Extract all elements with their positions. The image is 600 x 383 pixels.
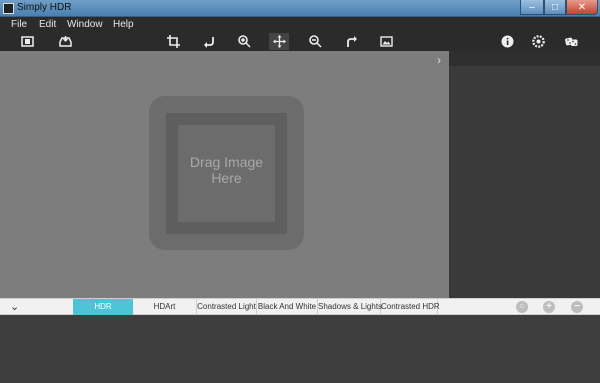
menu-window[interactable]: Window — [67, 19, 103, 30]
collapse-panel-arrow[interactable]: › — [437, 53, 441, 67]
random-dice-icon[interactable] — [561, 33, 581, 50]
preset-shadows-lights[interactable]: Shadows & Lights — [318, 299, 382, 315]
rotate-left-icon[interactable] — [199, 33, 219, 50]
rotate-right-icon[interactable] — [341, 33, 361, 50]
minimize-button[interactable]: – — [520, 0, 544, 15]
drop-zone-label: Drag Image Here — [149, 154, 304, 186]
drop-text-line1: Drag Image — [189, 154, 264, 170]
preset-bar: ⌄ HDR HDArt Contrasted Light Black And W… — [0, 298, 600, 315]
settings-icon[interactable] — [528, 33, 548, 50]
toolbar — [0, 32, 600, 51]
remove-preset-icon[interactable]: − — [571, 301, 583, 313]
maximize-button[interactable]: □ — [544, 0, 566, 15]
menu-file[interactable]: File — [11, 19, 27, 30]
menu-edit[interactable]: Edit — [39, 19, 56, 30]
preset-thumbnails-area — [0, 315, 600, 383]
add-preset-icon[interactable]: + — [543, 301, 555, 313]
toggle-presets-chevron-icon[interactable]: ⌄ — [10, 300, 19, 313]
compare-icon[interactable] — [376, 33, 396, 50]
preset-hdart[interactable]: HDArt — [133, 299, 197, 315]
info-icon[interactable] — [497, 33, 517, 50]
preset-black-and-white[interactable]: Black And White — [257, 299, 318, 315]
adjustments-panel — [449, 51, 600, 298]
preset-hdr[interactable]: HDR — [73, 299, 133, 315]
image-canvas[interactable]: Drag Image Here › — [0, 51, 449, 298]
reset-preset-icon[interactable]: ○ — [516, 301, 528, 313]
zoom-out-icon[interactable] — [305, 33, 325, 50]
menu-help[interactable]: Help — [113, 19, 134, 30]
preset-contrasted-hdr[interactable]: Contrasted HDR — [381, 299, 440, 315]
move-icon[interactable] — [269, 33, 289, 50]
panel-header — [449, 51, 600, 66]
zoom-in-icon[interactable] — [234, 33, 254, 50]
menu-bar: File Edit Window Help — [0, 17, 600, 32]
window-title: Simply HDR — [17, 2, 72, 13]
crop-icon[interactable] — [163, 33, 183, 50]
close-button[interactable]: ✕ — [566, 0, 598, 15]
title-bar: Simply HDR – □ ✕ — [0, 0, 600, 17]
save-tray-icon[interactable] — [55, 33, 75, 50]
drop-zone[interactable]: Drag Image Here — [149, 96, 304, 250]
preset-contrasted-light[interactable]: Contrasted Light — [197, 299, 257, 315]
app-icon — [3, 3, 14, 14]
drop-text-line2: Here — [211, 170, 242, 186]
fit-screen-icon[interactable] — [17, 33, 37, 50]
